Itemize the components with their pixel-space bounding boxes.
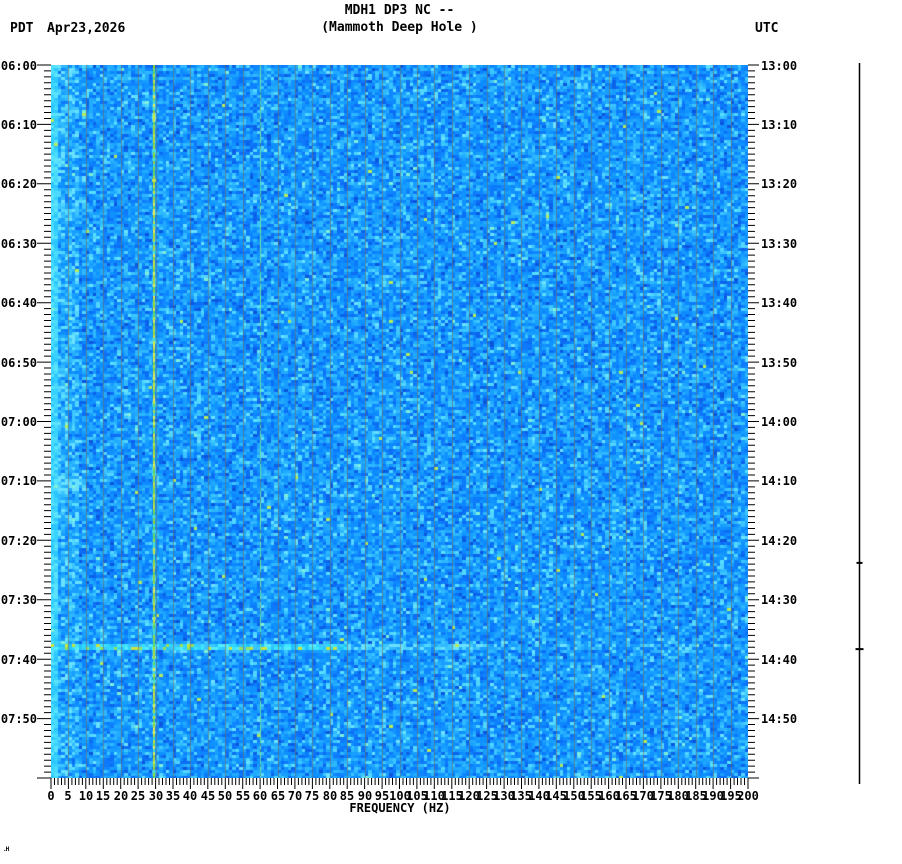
y-right-tick-label: 13:30 [761,237,798,251]
spectrogram-canvas [51,65,748,778]
y-left-tick-label: 06:30 [0,237,37,251]
spectrogram-page: PDT Apr23,2026 MDH1 DP3 NC -- (Mammoth D… [0,0,902,864]
corner-mark: .H [3,846,9,853]
y-right-tick-label: 14:10 [761,474,798,488]
y-right-tick-label: 13:50 [761,356,798,370]
y-left-tick-label: 07:30 [0,593,37,607]
y-right-tick-label: 13:10 [761,118,798,132]
side-trace-event-blips [855,561,864,651]
y-left-tick-label: 07:20 [0,534,37,548]
y-right-tick-label: 14:00 [761,415,798,429]
y-left-tick-label: 06:40 [0,296,37,310]
y-right-tick-label: 13:40 [761,296,798,310]
y-left-tick-label: 07:40 [0,653,37,667]
y-left-tick-label: 07:50 [0,712,37,726]
x-tick-label: 200 [737,789,759,803]
y-left-tick-label: 06:10 [0,118,37,132]
left-timezone-label: PDT [10,21,34,36]
y-left-tick-label: 06:00 [0,59,37,73]
station-title: MDH1 DP3 NC -- [344,3,455,18]
y-right-tick-label: 13:20 [761,177,798,191]
station-subtitle: (Mammoth Deep Hole ) [321,20,478,35]
y-right-tick-label: 14:50 [761,712,798,726]
y-right-tick-label: 14:30 [761,593,798,607]
right-timezone-label: UTC [755,21,779,36]
y-right-tick-label: 13:00 [761,59,798,73]
y-right-tick-label: 14:20 [761,534,798,548]
y-left-tick-label: 06:50 [0,356,37,370]
x-axis-title: FREQUENCY (HZ) [349,801,451,815]
y-left-tick-label: 06:20 [0,177,37,191]
y-right-tick-label: 14:40 [761,653,798,667]
y-left-tick-label: 07:00 [0,415,37,429]
y-left-tick-label: 07:10 [0,474,37,488]
